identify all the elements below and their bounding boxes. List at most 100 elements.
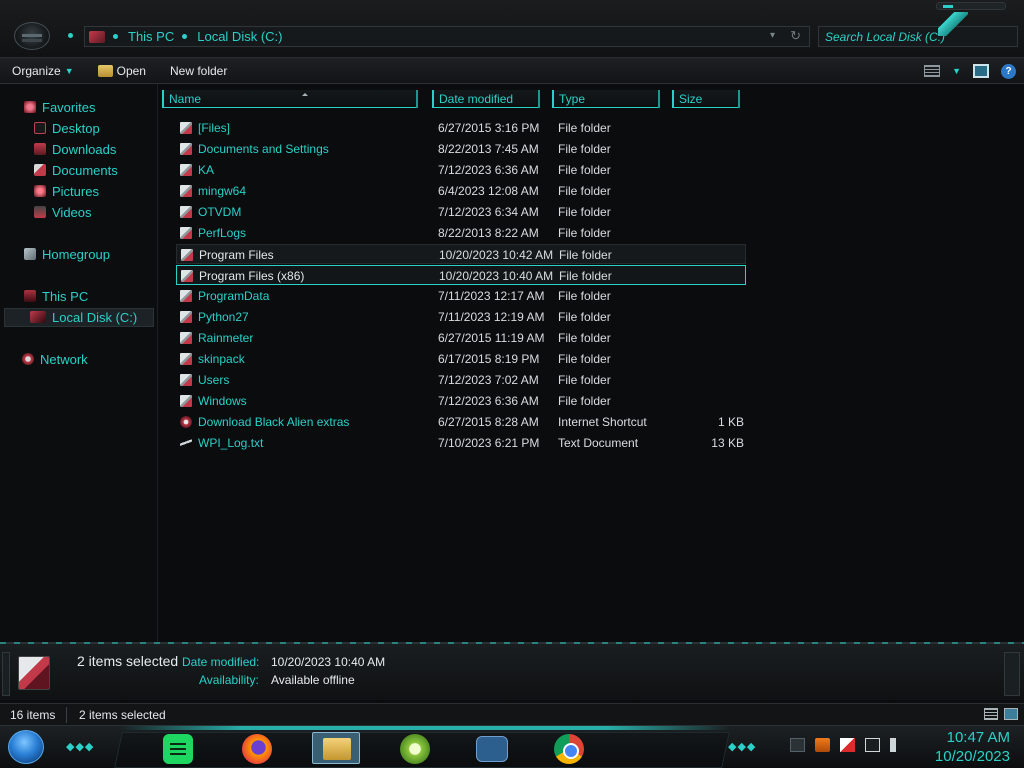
file-row[interactable]: Rainmeter 6/27/2015 11:19 AM File folder [176,328,746,348]
column-resize-handle[interactable] [738,90,742,108]
file-name: Windows [198,394,247,408]
file-name: OTVDM [198,205,242,219]
nav-documents[interactable]: Documents [34,161,118,179]
file-name: [Files] [198,121,231,135]
toolbar-right: ▼ ? [924,58,1024,84]
file-row[interactable]: Program Files (x86) 10/20/2023 10:40 AM … [176,265,746,285]
file-row[interactable]: skinpack 6/17/2015 8:19 PM File folder [176,349,746,369]
file-row[interactable]: Python27 7/11/2023 12:19 AM File folder [176,307,746,327]
lime-app-icon[interactable] [400,734,430,764]
nav-this-pc[interactable]: This PC [24,287,88,305]
file-row[interactable]: PerfLogs 8/22/2013 8:22 AM File folder [176,223,746,243]
column-header-date[interactable]: Date modified [432,90,538,108]
nav-downloads[interactable]: Downloads [34,140,116,158]
refresh-icon[interactable]: ↻ [790,28,801,44]
file-type: File folder [558,331,611,345]
column-header-type[interactable]: Type [552,90,658,108]
new-folder-button[interactable]: New folder [158,58,239,84]
computer-icon [24,290,36,302]
change-view-icon[interactable] [924,65,941,77]
nav-favorites[interactable]: Favorites [24,98,95,116]
column-resize-handle[interactable] [538,90,542,108]
large-icons-view-icon[interactable] [1004,708,1018,720]
file-row[interactable]: WPI_Log.txt 7/10/2023 6:21 PM Text Docum… [176,433,746,453]
file-date: 6/4/2023 12:08 AM [438,184,539,198]
nav-network[interactable]: Network [22,350,88,368]
java-icon[interactable] [815,738,830,752]
organize-button[interactable]: Organize ▼ [0,58,86,84]
chevron-down-icon[interactable]: ▼ [952,66,961,76]
column-resize-handle[interactable] [658,90,662,108]
nav-homegroup[interactable]: Homegroup [24,245,110,263]
folder-icon [180,395,192,407]
nav-label: Favorites [42,99,96,115]
window-tiles-icon[interactable] [476,736,508,762]
file-name: Rainmeter [198,331,254,345]
file-row[interactable]: OTVDM 7/12/2023 6:34 AM File folder [176,202,746,222]
file-row[interactable]: Users 7/12/2023 7:02 AM File folder [176,370,746,390]
file-type: File folder [559,269,612,283]
file-row[interactable]: Download Black Alien extras 6/27/2015 8:… [176,412,746,432]
file-row[interactable]: Program Files 10/20/2023 10:42 AM File f… [176,244,746,264]
file-date: 7/12/2023 6:36 AM [438,394,539,408]
file-explorer-icon[interactable] [312,732,360,764]
disk-icon [30,311,46,323]
preview-pane-icon[interactable] [973,64,989,78]
file-type: File folder [558,352,611,366]
folder-icon [180,164,192,176]
file-row[interactable]: [Files] 6/27/2015 3:16 PM File folder [176,118,746,138]
file-type: File folder [558,289,611,303]
nav-desktop[interactable]: Desktop [34,119,100,137]
nav-label: Videos [52,204,92,220]
folder-icon [180,374,192,386]
nav-pictures[interactable]: Pictures [34,182,99,200]
window-controls-strip[interactable] [936,2,1006,10]
file-date: 10/20/2023 10:40 AM [439,269,554,283]
details-selection-count: 2 items selected [77,653,179,669]
chevron-down-icon[interactable]: ▾ [770,30,775,41]
column-header-size[interactable]: Size [672,90,738,108]
search-box[interactable] [818,26,1018,47]
nav-videos[interactable]: Videos [34,203,92,221]
chrome-icon[interactable] [554,734,584,764]
volume-icon[interactable] [890,738,905,752]
spotify-icon[interactable] [163,734,193,764]
nav-label: Homegroup [42,246,110,262]
clock[interactable]: 10:47 AM 10/20/2023 [935,728,1010,766]
column-resize-handle[interactable] [416,90,420,108]
breadcrumb-separator-icon[interactable] [182,34,188,39]
file-date: 7/12/2023 7:02 AM [438,373,539,387]
action-center-flag-icon[interactable] [840,738,855,752]
recent-locations-dot[interactable] [68,33,73,38]
details-availability-label: Availability: [199,673,259,687]
help-icon[interactable]: ? [1001,63,1016,79]
breadcrumb-local-disk[interactable]: Local Disk (C:) [197,29,282,44]
network-status-icon[interactable] [865,738,880,752]
show-hidden-icons-icon[interactable] [790,738,805,752]
desktop-icon [34,122,46,134]
details-view-icon[interactable] [984,708,998,720]
file-row[interactable]: ProgramData 7/11/2023 12:17 AM File fold… [176,286,746,306]
selection-thumbnail-icon [18,656,50,690]
nav-local-disk[interactable]: Local Disk (C:) [30,308,137,326]
column-header-name[interactable]: Name [162,90,416,108]
back-forward-button[interactable] [14,22,50,50]
file-date: 7/10/2023 6:21 PM [438,436,540,450]
file-row[interactable]: Windows 7/12/2023 6:36 AM File folder [176,391,746,411]
start-button[interactable] [8,730,44,764]
breadcrumb-this-pc[interactable]: This PC [128,29,174,44]
file-name: KA [198,163,215,177]
open-button[interactable]: Open [86,58,158,84]
file-name: PerfLogs [198,226,247,240]
breadcrumb-separator-icon[interactable] [113,34,118,39]
clock-date: 10/20/2023 [934,748,1010,765]
new-folder-label: New folder [169,63,228,78]
address-bar[interactable]: This PC Local Disk (C:) ▾ ↻ [84,26,810,47]
file-row[interactable]: KA 7/12/2023 6:36 AM File folder [176,160,746,180]
file-row[interactable]: Documents and Settings 8/22/2013 7:45 AM… [176,139,746,159]
firefox-icon[interactable] [242,734,272,764]
taskbar-glow [120,726,730,730]
file-row[interactable]: mingw64 6/4/2023 12:08 AM File folder [176,181,746,201]
file-date: 6/27/2015 3:16 PM [438,121,540,135]
title-bar: This PC Local Disk (C:) ▾ ↻ [0,0,1024,58]
